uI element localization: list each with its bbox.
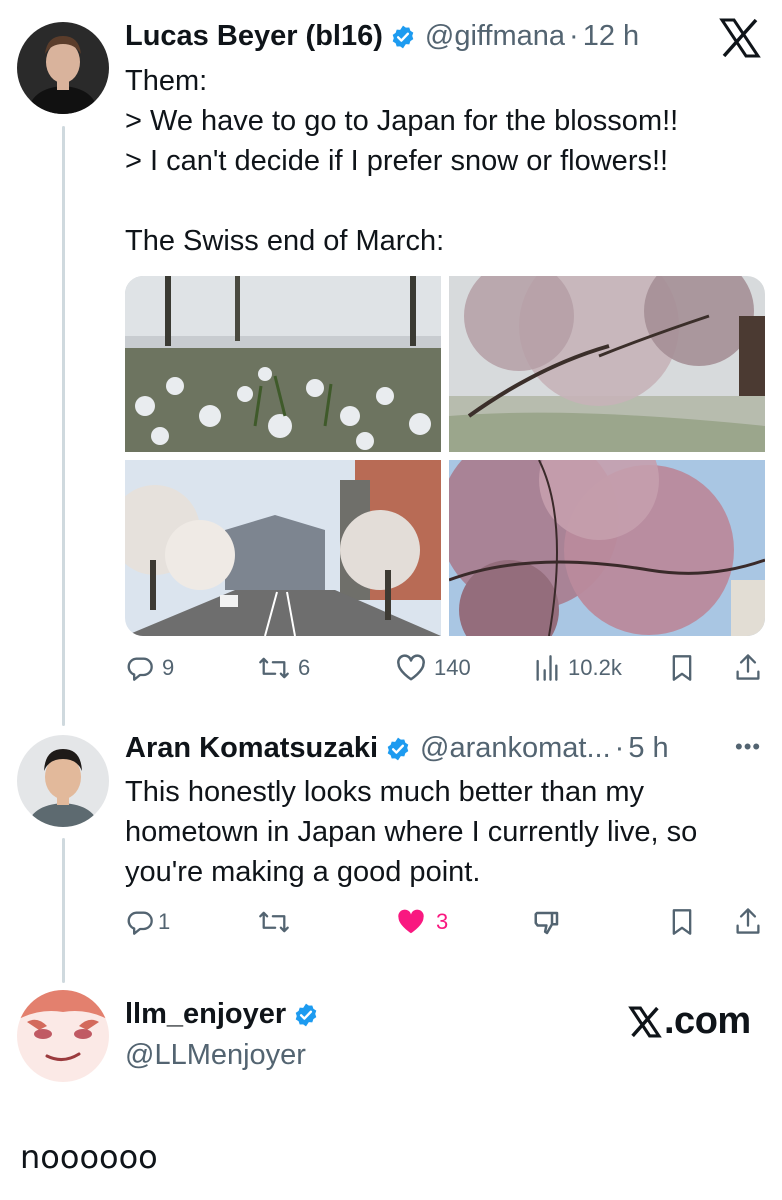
tweet3-header: llm_enjoyer bbox=[125, 998, 319, 1031]
display-name[interactable]: llm_enjoyer bbox=[125, 998, 286, 1031]
thumbs-down-icon bbox=[532, 908, 562, 938]
like-button[interactable]: 140 bbox=[396, 654, 471, 682]
reply-count: 9 bbox=[162, 655, 175, 680]
verified-badge-icon bbox=[293, 1002, 319, 1028]
like-count: 3 bbox=[436, 909, 449, 934]
views-icon bbox=[534, 654, 560, 682]
share-button[interactable] bbox=[734, 906, 762, 936]
like-count: 140 bbox=[434, 655, 471, 680]
thread-line-2 bbox=[62, 838, 65, 983]
avatar[interactable] bbox=[17, 735, 109, 827]
handle[interactable]: @giffmana bbox=[425, 20, 565, 53]
repost-icon bbox=[258, 908, 290, 936]
bookmark-icon bbox=[670, 654, 694, 682]
timestamp[interactable]: 5 h bbox=[628, 732, 668, 765]
separator-dot: · bbox=[569, 20, 579, 52]
separator-dot: · bbox=[614, 732, 625, 764]
timestamp[interactable]: 12 h bbox=[583, 20, 639, 53]
reply-count: 1 bbox=[158, 909, 171, 934]
x-logo-icon bbox=[628, 1006, 662, 1038]
tweet3-handle-row: @LLMenjoyer bbox=[125, 1039, 306, 1072]
views-button[interactable]: 10.2k bbox=[534, 654, 622, 682]
repost-button[interactable]: 6 bbox=[258, 654, 310, 682]
reply-icon bbox=[126, 908, 154, 936]
share-icon bbox=[734, 652, 762, 682]
avatar[interactable] bbox=[17, 22, 109, 114]
bookmark-button[interactable] bbox=[670, 908, 694, 936]
snowy-garden-photo[interactable] bbox=[125, 276, 441, 452]
avatar[interactable] bbox=[17, 990, 109, 1082]
handle[interactable]: @arankomat... bbox=[420, 732, 611, 765]
cherry-tree-frost-photo[interactable] bbox=[449, 276, 765, 452]
repost-count: 6 bbox=[298, 655, 311, 680]
bookmark-icon bbox=[670, 908, 694, 936]
watermark-text: .com bbox=[664, 1000, 751, 1042]
tree-lined-street-photo[interactable] bbox=[125, 460, 441, 636]
verified-badge-icon bbox=[385, 736, 411, 762]
heart-filled-icon bbox=[396, 908, 426, 936]
tweet1-header: Lucas Beyer (bl16) @giffmana · 12 h bbox=[125, 20, 639, 53]
more-options-icon[interactable]: ••• bbox=[735, 734, 761, 760]
pink-blossom-closeup-photo[interactable] bbox=[449, 460, 765, 636]
x-com-watermark: .com bbox=[628, 1000, 751, 1043]
share-icon bbox=[734, 906, 762, 936]
tweet-text: Them: > We have to go to Japan for the b… bbox=[125, 65, 679, 257]
reply-icon bbox=[126, 654, 154, 682]
bookmark-button[interactable] bbox=[670, 654, 694, 682]
media-grid[interactable] bbox=[125, 276, 765, 636]
display-name[interactable]: Aran Komatsuzaki bbox=[125, 732, 378, 765]
views-count: 10.2k bbox=[568, 655, 622, 680]
handle[interactable]: @LLMenjoyer bbox=[125, 1039, 306, 1072]
heart-icon bbox=[396, 654, 426, 682]
tweet2-header: Aran Komatsuzaki @arankomat... · 5 h bbox=[125, 732, 669, 765]
reply-button[interactable]: 9 bbox=[126, 654, 174, 682]
dislike-button[interactable] bbox=[532, 908, 562, 938]
display-name[interactable]: Lucas Beyer (bl16) bbox=[125, 20, 383, 53]
like-button[interactable]: 3 bbox=[396, 908, 448, 936]
verified-badge-icon bbox=[390, 24, 416, 50]
repost-icon bbox=[258, 654, 290, 682]
reply-text: noooooo bbox=[20, 1138, 158, 1176]
thread-line-1 bbox=[62, 126, 65, 726]
share-button[interactable] bbox=[734, 652, 762, 682]
tweet-text: This honestly looks much better than my … bbox=[125, 776, 698, 888]
repost-button[interactable] bbox=[258, 908, 290, 936]
reply-button[interactable]: 1 bbox=[126, 908, 170, 936]
x-logo-icon[interactable] bbox=[718, 18, 762, 63]
